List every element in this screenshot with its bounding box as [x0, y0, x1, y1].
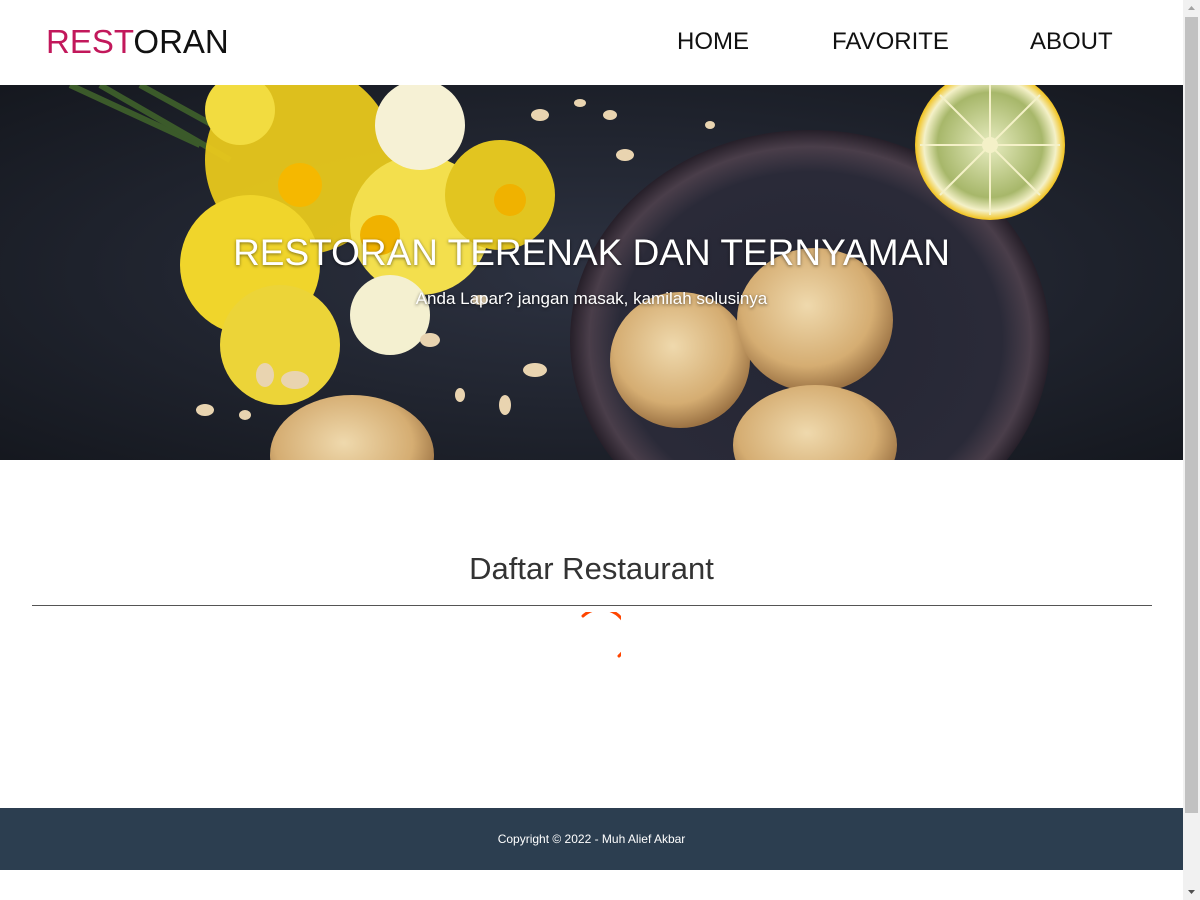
vertical-scrollbar[interactable] [1183, 0, 1200, 900]
hero-subtitle: Anda Lapar? jangan masak, kamilah solusi… [415, 289, 768, 308]
nav-favorite-link[interactable]: FAVORITE [832, 28, 949, 56]
scroll-down-icon[interactable] [1183, 883, 1200, 900]
page: RESTORAN HOME FAVORITE ABOUT RESTORAN TE… [0, 0, 1183, 900]
hero-title: RESTORAN TERENAK DAN TERNYAMAN [233, 232, 950, 273]
section-title: Daftar Restaurant [469, 551, 714, 586]
spinner-icon [581, 612, 621, 658]
main-nav: HOME FAVORITE ABOUT [0, 28, 1183, 58]
hero-banner: RESTORAN TERENAK DAN TERNYAMAN Anda Lapa… [0, 85, 1183, 460]
app-bar: RESTORAN HOME FAVORITE ABOUT [0, 0, 1183, 85]
footer: Copyright © 2022 - Muh Alief Akbar [0, 808, 1183, 870]
nav-about-link[interactable]: ABOUT [1030, 28, 1113, 56]
nav-home-link[interactable]: HOME [677, 28, 749, 56]
section-divider [32, 605, 1152, 606]
scroll-up-icon[interactable] [1183, 0, 1200, 17]
scrollbar-thumb[interactable] [1185, 17, 1198, 813]
copyright-text: Copyright © 2022 - Muh Alief Akbar [497, 832, 686, 846]
